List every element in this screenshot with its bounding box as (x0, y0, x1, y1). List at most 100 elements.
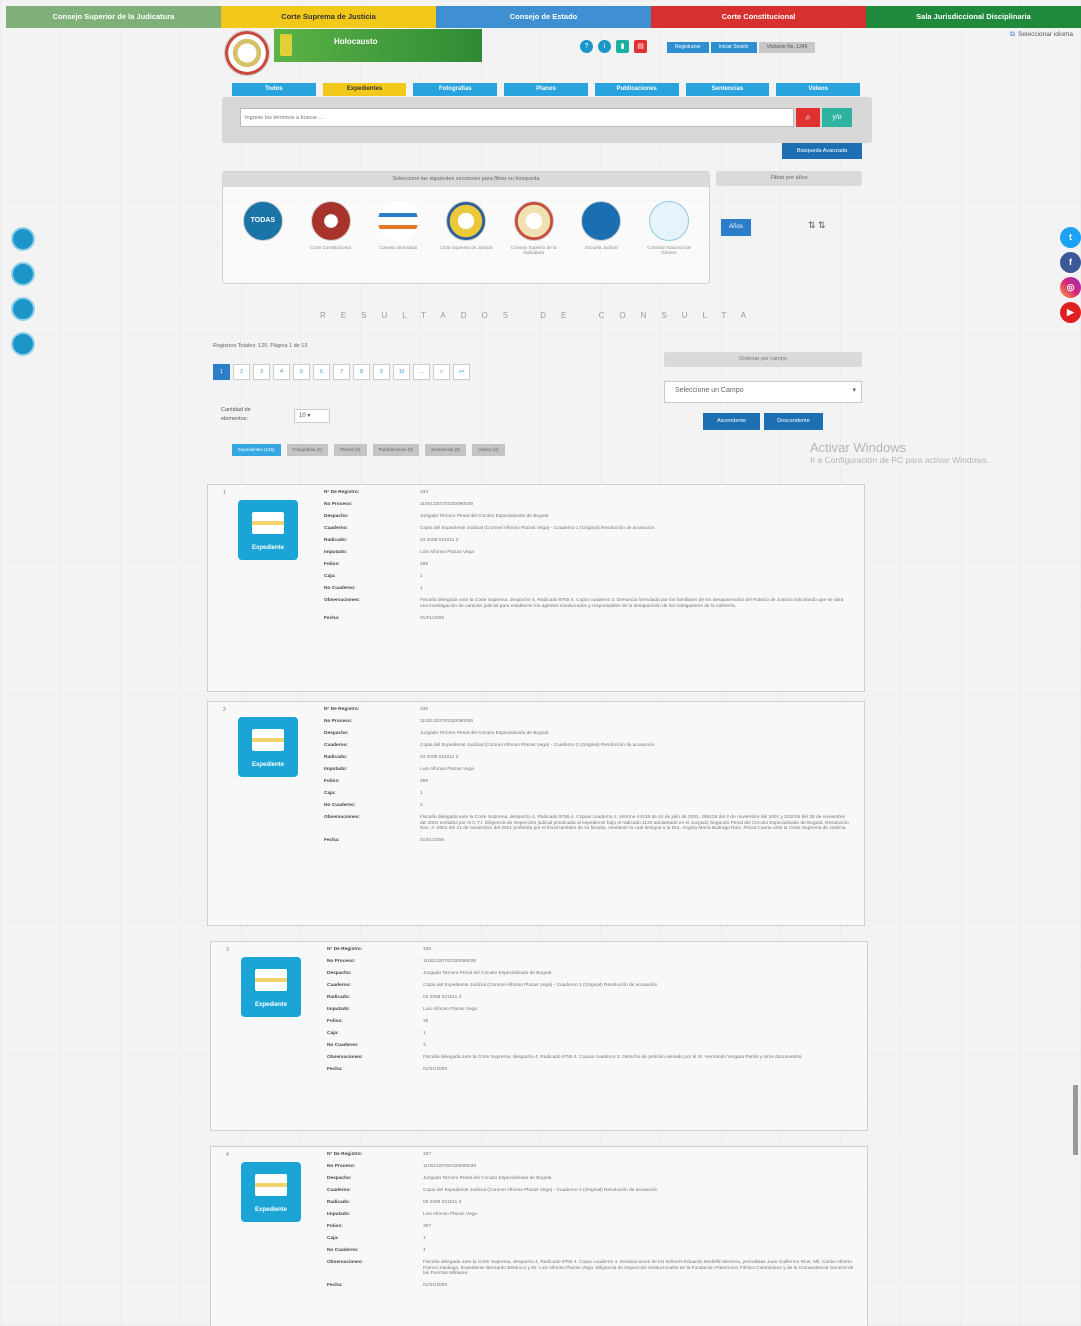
mobile-icon[interactable]: ▮ (616, 40, 629, 53)
corp-filter-csj[interactable]: Consejo Superior de la Judicatura (505, 201, 563, 255)
result-card[interactable]: 1 Expediente N° De Registro: 334 No Proce… (207, 484, 865, 692)
tab-todos[interactable]: Todos (232, 83, 316, 96)
expediente-icon[interactable]: Expediente (241, 1162, 301, 1222)
field-label: Caja: (324, 574, 336, 579)
help-icon[interactable]: ? (580, 40, 593, 53)
field-value: 01/01/2008 (420, 838, 445, 843)
result-card[interactable]: 2 Expediente N° De Registro: 335 No Proce… (207, 701, 865, 926)
rama-judicial-logo[interactable] (224, 30, 270, 76)
ascending-button[interactable]: Ascendente (703, 413, 760, 430)
sort-icon[interactable]: ⇅ ⇅ (808, 220, 826, 231)
result-card[interactable]: 4 Expediente N° De Registro: 337 No Proce… (210, 1146, 868, 1326)
top-corporations-bar: Consejo Superior de la Judicatura Corte … (6, 6, 1081, 28)
instagram-icon[interactable]: ◎ (1060, 277, 1081, 298)
windows-activation-watermark: Activar Windows Ir a Configuración de PC… (810, 440, 989, 465)
descending-button[interactable]: Descendente (764, 413, 823, 430)
tab-publicaciones[interactable]: Publicaciones (594, 83, 679, 96)
corp-filter-corte-constitucional[interactable]: Corte Constitucional (302, 201, 360, 255)
tab-planos[interactable]: Planos (504, 83, 588, 96)
page-ellipsis: ... (413, 364, 430, 380)
language-selector[interactable]: G Seleccionar idioma (1010, 31, 1073, 38)
login-button[interactable]: Iniciar Sesión (710, 42, 757, 53)
and-or-button[interactable]: y/o (822, 108, 852, 127)
corp-filter-consejo-estado[interactable]: Consejo de Estado (369, 201, 427, 255)
corp-filter-corte-suprema[interactable]: Corte Suprema de Justicia (437, 201, 495, 255)
info-icon[interactable]: i (598, 40, 611, 53)
corp-label: Corte Constitucional (310, 245, 351, 250)
topbar-link-corte-suprema[interactable]: Corte Suprema de Justicia (221, 6, 436, 28)
corp-filter-todas[interactable]: TODAS (234, 201, 292, 255)
tab-fotografias[interactable]: Fotografías (413, 83, 498, 96)
page-button[interactable]: 10 (393, 364, 410, 380)
page-button[interactable]: 4 (273, 364, 290, 380)
page-scrollbar[interactable] (1073, 1085, 1078, 1155)
pdf-icon[interactable]: ▤ (634, 40, 647, 53)
page-button[interactable]: 9 (373, 364, 390, 380)
topbar-link-sala-disciplinaria[interactable]: Sala Jurisdiccional Disciplinaria (866, 6, 1081, 28)
field-value: 307 (423, 1224, 432, 1229)
result-tab-videos[interactable]: Videos (0) (472, 444, 505, 456)
result-tab-expedientes[interactable]: Expedientes (125) (232, 444, 281, 456)
library-icon[interactable] (11, 227, 35, 251)
expediente-icon[interactable]: Expediente (238, 717, 298, 777)
field-value: Juzgado Tercero Penal del Circuito Espec… (423, 971, 552, 976)
topbar-link-csj[interactable]: Consejo Superior de la Judicatura (6, 6, 221, 28)
years-button[interactable]: Años (721, 219, 751, 236)
field-value: Luis Alfonso Plazas Vega (420, 550, 474, 555)
field-label: Radicado: (327, 995, 351, 1000)
windows-activation-subtitle: Ir a Configuración de PC para activar Wi… (810, 455, 990, 465)
tab-sentencias[interactable]: Sentencias (685, 83, 770, 96)
corp-label: Escuela Judicial (585, 245, 618, 250)
page-button[interactable]: 8 (353, 364, 370, 380)
page-button[interactable]: 2 (233, 364, 250, 380)
field-label: Despacho: (327, 971, 352, 976)
field-value: 35 (423, 1019, 429, 1024)
page-button[interactable]: 6 (313, 364, 330, 380)
result-tab-publicaciones[interactable]: Publicaciones (0) (372, 444, 420, 456)
field-label: Radicado: (324, 755, 348, 760)
twitter-icon[interactable]: t (1060, 227, 1081, 248)
tab-videos[interactable]: Videos (776, 83, 861, 96)
tab-expedientes[interactable]: Expedientes (322, 83, 407, 96)
bell-icon[interactable] (11, 262, 35, 286)
gavel-icon[interactable] (11, 332, 35, 356)
page-button[interactable]: 1 (213, 364, 230, 380)
field-label: Despacho: (327, 1176, 352, 1181)
field-label: Folios: (327, 1224, 343, 1229)
items-per-page-label: Cantidad de elementos: (221, 407, 251, 422)
last-page-button[interactable]: >> (453, 364, 470, 380)
corporations-filter-header: Seleccione las siguientes secciones para… (223, 172, 709, 187)
page-button[interactable]: 7 (333, 364, 350, 380)
page-button[interactable]: 3 (253, 364, 270, 380)
result-tab-fotografias[interactable]: Fotografías (0) (286, 444, 329, 456)
page-button[interactable]: 5 (293, 364, 310, 380)
field-value: 335 (420, 707, 429, 712)
items-per-page-select[interactable]: 10 ▾ (294, 409, 330, 423)
expediente-icon[interactable]: Expediente (238, 500, 298, 560)
category-tabs: Todos Expedientes Fotografías Planos Pub… (232, 83, 861, 96)
result-card[interactable]: 3 Expediente N° De Registro: 336 No Proce… (210, 941, 868, 1131)
years-filter-header: Filtrar por años (716, 171, 862, 186)
field-value: Luis Alfonso Plazas Vega (423, 1007, 477, 1012)
search-input[interactable] (240, 108, 794, 127)
corte-suprema-seal-icon (445, 201, 486, 241)
topbar-link-corte-constitucional[interactable]: Corte Constitucional (651, 6, 866, 28)
register-button[interactable]: Registrarse (667, 42, 709, 53)
topbar-link-consejo-estado[interactable]: Consejo de Estado (436, 6, 651, 28)
field-value: 1 (423, 1031, 426, 1036)
expediente-icon[interactable]: Expediente (241, 957, 301, 1017)
field-label: Observaciones: (324, 598, 360, 603)
facebook-icon[interactable]: f (1060, 252, 1081, 273)
field-value: 3 (423, 1043, 426, 1048)
next-page-button[interactable]: > (433, 364, 450, 380)
corp-filter-escuela-judicial[interactable]: Escuela Judicial (572, 201, 630, 255)
search-button[interactable]: ⌕ (796, 108, 820, 127)
order-field-select[interactable]: Seleccione un Campo (664, 381, 862, 403)
advanced-search-button[interactable]: Búsqueda Avanzada (782, 143, 862, 159)
field-value: 1 (420, 791, 423, 796)
corp-filter-comision-genero[interactable]: Comisión Nacional de Género (640, 201, 698, 255)
field-label: N° De Registro: (324, 707, 360, 712)
result-tab-planos[interactable]: Planos (0) (334, 444, 367, 456)
todas-icon: TODAS (242, 201, 283, 241)
result-tab-sentencias[interactable]: Sentencias (0) (425, 444, 467, 456)
